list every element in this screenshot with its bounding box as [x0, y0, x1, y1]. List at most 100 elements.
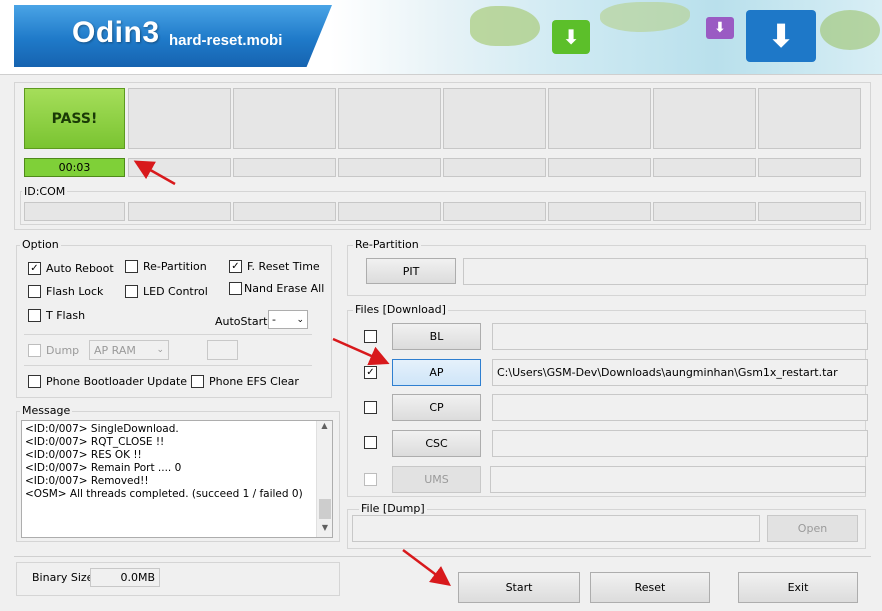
- f-reset-time-label: F. Reset Time: [247, 260, 320, 273]
- ums-checkbox[interactable]: [364, 473, 377, 486]
- f-reset-time-checkbox[interactable]: ✓: [229, 260, 242, 273]
- reset-button[interactable]: Reset: [590, 572, 710, 603]
- ap-checkbox[interactable]: ✓: [364, 366, 377, 379]
- bl-checkbox[interactable]: [364, 330, 377, 343]
- ums-button[interactable]: UMS: [392, 466, 481, 493]
- com-slot: [24, 202, 125, 221]
- cp-checkbox[interactable]: [364, 401, 377, 414]
- flash-lock-checkbox[interactable]: [28, 285, 41, 298]
- port-slot: [653, 88, 756, 149]
- port-slot: [443, 88, 546, 149]
- red-arrow-icon: [402, 549, 451, 586]
- map-land-shape: [470, 6, 540, 46]
- repartition-title: Re-Partition: [353, 238, 421, 251]
- log-line: <ID:0/007> Removed!!: [25, 475, 149, 487]
- nand-erase-all-checkbox[interactable]: [229, 282, 242, 295]
- csc-file-field[interactable]: [492, 430, 868, 457]
- port-slot: [128, 88, 231, 149]
- dump-file-field[interactable]: [352, 515, 760, 542]
- ums-file-field[interactable]: [490, 466, 866, 493]
- port-slot: [758, 88, 861, 149]
- ap-button[interactable]: AP: [392, 359, 481, 386]
- log-line: <ID:0/007> SingleDownload.: [25, 423, 179, 435]
- t-flash-label: T Flash: [46, 309, 86, 322]
- log-line: <ID:0/007> RQT_CLOSE !!: [25, 436, 165, 448]
- auto-reboot-label: Auto Reboot: [46, 262, 114, 275]
- phone-bootloader-update-label: Phone Bootloader Update: [46, 375, 188, 388]
- progress-slot: [548, 158, 651, 177]
- scroll-down-icon[interactable]: ▼: [317, 523, 332, 537]
- phone-efs-clear-label: Phone EFS Clear: [209, 375, 299, 388]
- files-download-title: Files [Download]: [353, 303, 448, 316]
- led-control-label: LED Control: [143, 285, 208, 298]
- bl-file-field[interactable]: [492, 323, 868, 350]
- progress-slot: [233, 158, 336, 177]
- log-line: <ID:0/007> RES OK !!: [25, 449, 142, 461]
- scroll-thumb[interactable]: [319, 499, 331, 519]
- progress-slot: [338, 158, 441, 177]
- com-slot: [653, 202, 756, 221]
- option-divider: [24, 365, 312, 366]
- scroll-up-icon[interactable]: ▲: [317, 421, 332, 435]
- phone-efs-clear-checkbox[interactable]: [191, 375, 204, 388]
- option-divider: [24, 334, 312, 335]
- pass-indicator: PASS!: [24, 88, 125, 149]
- dump-type-select[interactable]: AP RAM ⌄: [89, 340, 169, 360]
- com-slot: [233, 202, 336, 221]
- log-scrollbar[interactable]: ▲ ▼: [316, 421, 332, 537]
- ap-file-field[interactable]: C:\Users\GSM-Dev\Downloads\aungminhan\Gs…: [492, 359, 868, 386]
- autostart-value: -: [272, 313, 276, 326]
- message-title: Message: [20, 404, 73, 417]
- elapsed-timer: 00:03: [24, 158, 125, 177]
- dump-type-value: AP RAM: [94, 343, 136, 357]
- binary-size-value: 0.0MB: [90, 568, 160, 587]
- csc-checkbox[interactable]: [364, 436, 377, 449]
- autostart-label: AutoStart: [215, 315, 268, 328]
- com-slot: [548, 202, 651, 221]
- auto-reboot-checkbox[interactable]: ✓: [28, 262, 41, 275]
- option-title: Option: [20, 238, 61, 251]
- log-line: <ID:0/007> Remain Port .... 0: [25, 462, 182, 474]
- open-button[interactable]: Open: [767, 515, 858, 542]
- phone-bootloader-update-checkbox[interactable]: [28, 375, 41, 388]
- t-flash-checkbox[interactable]: [28, 309, 41, 322]
- pit-file-field[interactable]: [463, 258, 868, 285]
- message-log[interactable]: <ID:0/007> SingleDownload. <ID:0/007> RQ…: [21, 420, 333, 538]
- progress-slot: [128, 158, 231, 177]
- chevron-down-icon: ⌄: [156, 345, 164, 355]
- nand-erase-all-label: Nand Erase All: [244, 282, 325, 295]
- cp-button[interactable]: CP: [392, 394, 481, 421]
- map-land-shape: [820, 10, 880, 50]
- led-control-checkbox[interactable]: [125, 285, 138, 298]
- port-slot: [338, 88, 441, 149]
- dump-label: Dump: [46, 344, 80, 357]
- progress-slot: [653, 158, 756, 177]
- autostart-select[interactable]: - ⌄: [268, 310, 308, 329]
- download-purple-icon: ⬇: [706, 17, 734, 39]
- site-watermark: hard-reset.mobi: [169, 32, 283, 49]
- app-logo-text: Odin3: [72, 16, 160, 49]
- flash-lock-label: Flash Lock: [46, 285, 104, 298]
- com-slot: [443, 202, 546, 221]
- progress-slot: [758, 158, 861, 177]
- re-partition-checkbox[interactable]: [125, 260, 138, 273]
- com-slot: [758, 202, 861, 221]
- download-green-icon: ⬇: [552, 20, 590, 54]
- dump-address-field[interactable]: [207, 340, 238, 360]
- progress-slot: [443, 158, 546, 177]
- pit-button[interactable]: PIT: [366, 258, 456, 284]
- bl-button[interactable]: BL: [392, 323, 481, 350]
- chevron-down-icon: ⌄: [296, 314, 304, 325]
- port-slot: [233, 88, 336, 149]
- cp-file-field[interactable]: [492, 394, 868, 421]
- csc-button[interactable]: CSC: [392, 430, 481, 457]
- binary-size-label: Binary Size: [32, 571, 94, 584]
- bottom-divider: [14, 556, 871, 557]
- file-dump-title: File [Dump]: [359, 502, 427, 515]
- odin-banner: Odin3 hard-reset.mobi ⬇ ⬇ ⬇: [0, 0, 882, 75]
- exit-button[interactable]: Exit: [738, 572, 858, 603]
- port-slot: [548, 88, 651, 149]
- dump-checkbox[interactable]: [28, 344, 41, 357]
- download-blue-icon: ⬇: [746, 10, 816, 62]
- start-button[interactable]: Start: [458, 572, 580, 603]
